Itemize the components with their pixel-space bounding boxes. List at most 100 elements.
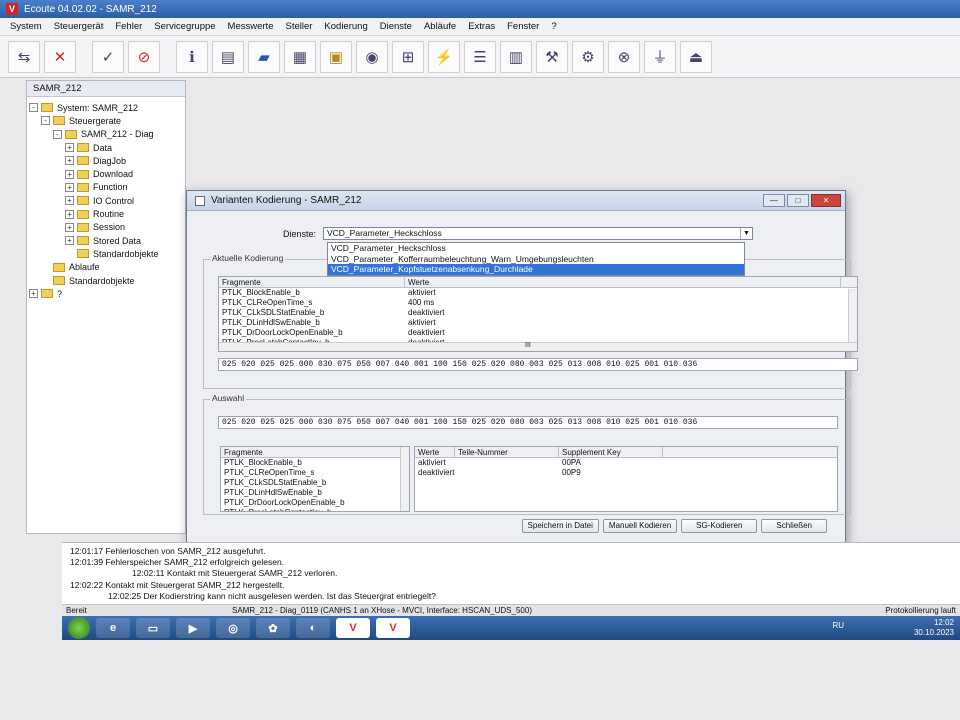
menu-steuergeraet[interactable]: Steuergerät [48,21,110,32]
menu-system[interactable]: System [4,21,48,32]
table-row[interactable]: aktiviert 00PA [415,458,837,468]
tree-node[interactable]: Ablaufe [29,261,183,274]
table-row[interactable]: deaktiviert 00P9 [415,468,837,478]
menu-kodierung[interactable]: Kodierung [318,21,373,32]
start-orb-icon[interactable] [68,617,90,639]
settings-icon[interactable]: ⚙ [572,40,604,73]
disconnect-icon[interactable]: ✕ [44,40,76,73]
aktuelle-code-field[interactable]: 025 020 025 025 000 030 075 050 007 040 … [218,358,858,371]
maximize-button[interactable]: □ [787,194,809,207]
network-icon[interactable]: ⊞ [392,40,424,73]
explorer-icon[interactable]: ▭ [136,618,170,638]
list-item[interactable]: PTLK_DrDoorLockOpenEnable_b [221,498,409,508]
menu-messwerte[interactable]: Messwerte [222,21,280,32]
list-item[interactable]: PTLK_CLReOpenTime_s [221,468,409,478]
dropdown-option[interactable]: VCD_Parameter_Heckschloss [328,243,744,254]
menu-help[interactable]: ? [545,21,562,32]
menu-fehler[interactable]: Fehler [109,21,148,32]
minimize-button[interactable]: — [763,194,785,207]
clock-date[interactable]: 30.10.2023 [914,628,954,638]
tree-node[interactable]: - SAMR_212 - Diag [29,128,183,141]
tree-node[interactable]: + Session [29,221,183,234]
flash-icon[interactable]: ⚡ [428,40,460,73]
tree-expander-icon[interactable]: - [41,116,50,126]
chrome-icon[interactable]: ◎ [216,618,250,638]
table-row[interactable]: PTLK_DrDoorLockOpenEnable_b deaktiviert [219,328,857,338]
tree-node[interactable]: Standardobjekte [29,274,183,287]
info-icon[interactable]: ℹ [176,40,208,73]
menu-servicegruppe[interactable]: Servicegruppe [148,21,221,32]
clock-time[interactable]: 12:02 [914,618,954,628]
plug-icon[interactable]: ⏚ [644,40,676,73]
tree-node[interactable]: - System: SAMR_212 [29,101,183,114]
manuell-kodieren-button[interactable]: Manuell Kodieren [602,519,678,533]
hscroll-thumb[interactable]: III [525,342,531,349]
tree-expander-icon[interactable]: - [29,103,38,113]
firefox-icon[interactable]: ◐ [296,618,330,638]
tools-icon[interactable]: ⚒ [536,40,568,73]
list-item[interactable]: PTLK_PrecLatchContactInv_b [221,508,409,511]
app-icon[interactable]: ✿ [256,618,290,638]
chevron-down-icon[interactable]: ▼ [740,228,752,239]
list-item[interactable]: PTLK_BlockEnable_b [221,458,409,468]
aktuelle-vscrollbar[interactable] [848,289,857,345]
tree-node[interactable]: +? [29,287,183,300]
dropdown-option[interactable]: VCD_Parameter_Kopfstuetzenabsenkung_Durc… [328,264,744,275]
tree-node[interactable]: + Download [29,167,183,180]
menu-steller[interactable]: Steller [279,21,318,32]
check-icon[interactable]: ✓ [92,40,124,73]
language-indicator[interactable]: RU [832,621,844,631]
tree-node[interactable]: + Data [29,141,183,154]
sg-kodieren-button[interactable]: SG-Kodieren [681,519,758,533]
connect-icon[interactable]: ⇆ [8,40,40,73]
menu-extras[interactable]: Extras [462,21,501,32]
table-row[interactable]: PTLK_CLkSDLStatEnable_b deaktiviert [219,308,857,318]
vcds-icon[interactable]: V [336,618,370,638]
table-row[interactable]: PTLK_DLinHdlSwEnable_b aktiviert [219,318,857,328]
vcds-icon-2[interactable]: V [376,618,410,638]
speichern-in-datei-button[interactable]: Speichern in Datei [521,519,599,533]
fragment-list[interactable]: Fragmente PTLK_BlockEnable_b PTLK_CLReOpe… [220,446,410,512]
tree-node[interactable]: Standardobjekte [29,247,183,260]
table-row[interactable]: PTLK_BlockEnable_b aktiviert [219,288,857,298]
menu-fenster[interactable]: Fenster [501,21,545,32]
cancel-check-icon[interactable]: ⊘ [128,40,160,73]
list-icon[interactable]: ☰ [464,40,496,73]
tree-node[interactable]: + IO Control [29,194,183,207]
menu-ablaeufe[interactable]: Abläufe [418,21,462,32]
list-item[interactable]: PTLK_DLinHdlSwEnable_b [221,488,409,498]
tree-expander-icon[interactable]: + [65,169,74,179]
auswahl-code-field[interactable]: 025 020 025 025 000 030 075 050 007 040 … [218,416,838,429]
table-row[interactable]: PTLK_CLReOpenTime_s 400 ms [219,298,857,308]
measure-icon[interactable]: ▦ [284,40,316,73]
tree-node[interactable]: + Function [29,181,183,194]
ie-icon[interactable]: e [96,618,130,638]
unplug-icon[interactable]: ⏏ [680,40,712,73]
tree-expander-icon[interactable]: - [53,129,62,139]
tree-expander-icon[interactable]: + [65,222,74,232]
tree-expander-icon[interactable]: + [65,182,74,192]
tree-expander-icon[interactable]: + [65,196,74,206]
list-item[interactable]: PTLK_CLkSDLStatEnable_b [221,478,409,488]
close-button[interactable]: ✕ [811,194,841,207]
tree-expander-icon[interactable]: + [65,143,74,153]
tree-node[interactable]: + Routine [29,207,183,220]
aktuelle-hscrollbar[interactable]: III [219,342,857,351]
car-icon[interactable]: ▰ [248,40,280,73]
eye-icon[interactable]: ◉ [356,40,388,73]
open-folder-icon[interactable]: ▣ [320,40,352,73]
report-icon[interactable]: ▤ [212,40,244,73]
table-icon[interactable]: ▥ [500,40,532,73]
dropdown-option[interactable]: VCD_Parameter_Kofferraumbeleuchtung_Warn… [328,254,744,265]
media-icon[interactable]: ▶ [176,618,210,638]
menu-dienste[interactable]: Dienste [374,21,418,32]
dienste-select[interactable]: VCD_Parameter_Heckschloss ▼ [323,227,753,240]
value-list[interactable]: Werte Teile-Nummer Supplement Key aktivi… [414,446,838,512]
tree-expander-icon[interactable]: + [65,236,74,246]
tree-expander-icon[interactable]: + [65,209,74,219]
tree-expander-icon[interactable]: + [65,156,74,166]
tree-node[interactable]: + DiagJob [29,154,183,167]
tree-expander-icon[interactable]: + [29,289,38,299]
binoculars-icon[interactable]: ⊗ [608,40,640,73]
schliessen-button[interactable]: Schließen [761,519,827,533]
